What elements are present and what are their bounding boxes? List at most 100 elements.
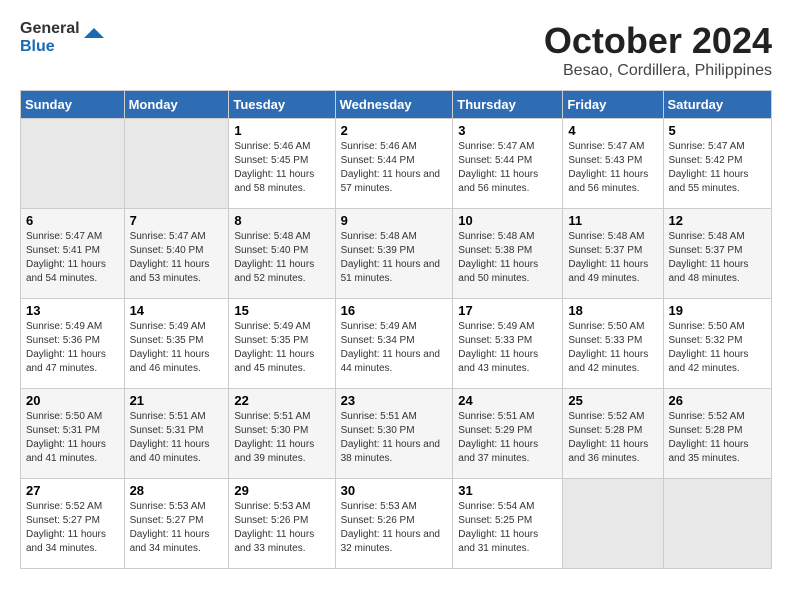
sunrise-text: Sunrise: 5:48 AMSunset: 5:37 PMDaylight:… xyxy=(568,231,648,284)
logo-arrow-icon xyxy=(84,28,104,48)
day-number: 9 xyxy=(341,213,448,228)
sunrise-text: Sunrise: 5:52 AMSunset: 5:28 PMDaylight:… xyxy=(669,411,749,464)
day-number: 25 xyxy=(568,393,657,408)
calendar-cell xyxy=(663,479,772,569)
weekday-header: Friday xyxy=(563,91,663,119)
logo: General Blue xyxy=(20,20,104,55)
weekday-header: Sunday xyxy=(21,91,125,119)
calendar-week-row: 20 Sunrise: 5:50 AMSunset: 5:31 PMDaylig… xyxy=(21,389,772,479)
day-number: 27 xyxy=(26,483,119,498)
calendar-cell: 11 Sunrise: 5:48 AMSunset: 5:37 PMDaylig… xyxy=(563,209,663,299)
sunrise-text: Sunrise: 5:53 AMSunset: 5:26 PMDaylight:… xyxy=(341,501,440,554)
day-number: 3 xyxy=(458,123,557,138)
calendar-cell: 26 Sunrise: 5:52 AMSunset: 5:28 PMDaylig… xyxy=(663,389,772,479)
calendar-cell: 24 Sunrise: 5:51 AMSunset: 5:29 PMDaylig… xyxy=(453,389,563,479)
location-subtitle: Besao, Cordillera, Philippines xyxy=(544,62,772,80)
calendar-cell xyxy=(124,119,229,209)
day-number: 18 xyxy=(568,303,657,318)
day-number: 6 xyxy=(26,213,119,228)
sunrise-text: Sunrise: 5:52 AMSunset: 5:28 PMDaylight:… xyxy=(568,411,648,464)
calendar-cell: 14 Sunrise: 5:49 AMSunset: 5:35 PMDaylig… xyxy=(124,299,229,389)
day-number: 10 xyxy=(458,213,557,228)
day-number: 16 xyxy=(341,303,448,318)
day-number: 14 xyxy=(130,303,224,318)
calendar-cell: 10 Sunrise: 5:48 AMSunset: 5:38 PMDaylig… xyxy=(453,209,563,299)
weekday-header: Tuesday xyxy=(229,91,335,119)
calendar-cell: 27 Sunrise: 5:52 AMSunset: 5:27 PMDaylig… xyxy=(21,479,125,569)
calendar-cell: 12 Sunrise: 5:48 AMSunset: 5:37 PMDaylig… xyxy=(663,209,772,299)
calendar-cell: 17 Sunrise: 5:49 AMSunset: 5:33 PMDaylig… xyxy=(453,299,563,389)
title-area: October 2024 Besao, Cordillera, Philippi… xyxy=(544,20,772,80)
weekday-header-row: SundayMondayTuesdayWednesdayThursdayFrid… xyxy=(21,91,772,119)
calendar-cell: 25 Sunrise: 5:52 AMSunset: 5:28 PMDaylig… xyxy=(563,389,663,479)
calendar-cell: 29 Sunrise: 5:53 AMSunset: 5:26 PMDaylig… xyxy=(229,479,335,569)
sunrise-text: Sunrise: 5:50 AMSunset: 5:33 PMDaylight:… xyxy=(568,321,648,374)
calendar-cell: 7 Sunrise: 5:47 AMSunset: 5:40 PMDayligh… xyxy=(124,209,229,299)
day-number: 2 xyxy=(341,123,448,138)
calendar-table: SundayMondayTuesdayWednesdayThursdayFrid… xyxy=(20,90,772,569)
sunrise-text: Sunrise: 5:47 AMSunset: 5:42 PMDaylight:… xyxy=(669,141,749,194)
sunrise-text: Sunrise: 5:47 AMSunset: 5:43 PMDaylight:… xyxy=(568,141,648,194)
sunrise-text: Sunrise: 5:49 AMSunset: 5:34 PMDaylight:… xyxy=(341,321,440,374)
month-title: October 2024 xyxy=(544,20,772,62)
sunrise-text: Sunrise: 5:49 AMSunset: 5:36 PMDaylight:… xyxy=(26,321,106,374)
sunrise-text: Sunrise: 5:48 AMSunset: 5:39 PMDaylight:… xyxy=(341,231,440,284)
day-number: 1 xyxy=(234,123,329,138)
calendar-cell: 28 Sunrise: 5:53 AMSunset: 5:27 PMDaylig… xyxy=(124,479,229,569)
calendar-cell: 6 Sunrise: 5:47 AMSunset: 5:41 PMDayligh… xyxy=(21,209,125,299)
weekday-header: Wednesday xyxy=(335,91,453,119)
sunrise-text: Sunrise: 5:49 AMSunset: 5:35 PMDaylight:… xyxy=(234,321,314,374)
sunrise-text: Sunrise: 5:53 AMSunset: 5:27 PMDaylight:… xyxy=(130,501,210,554)
weekday-header: Monday xyxy=(124,91,229,119)
calendar-week-row: 13 Sunrise: 5:49 AMSunset: 5:36 PMDaylig… xyxy=(21,299,772,389)
calendar-cell: 3 Sunrise: 5:47 AMSunset: 5:44 PMDayligh… xyxy=(453,119,563,209)
calendar-cell: 15 Sunrise: 5:49 AMSunset: 5:35 PMDaylig… xyxy=(229,299,335,389)
sunrise-text: Sunrise: 5:48 AMSunset: 5:38 PMDaylight:… xyxy=(458,231,538,284)
sunrise-text: Sunrise: 5:52 AMSunset: 5:27 PMDaylight:… xyxy=(26,501,106,554)
calendar-cell: 22 Sunrise: 5:51 AMSunset: 5:30 PMDaylig… xyxy=(229,389,335,479)
day-number: 15 xyxy=(234,303,329,318)
calendar-cell: 4 Sunrise: 5:47 AMSunset: 5:43 PMDayligh… xyxy=(563,119,663,209)
sunrise-text: Sunrise: 5:53 AMSunset: 5:26 PMDaylight:… xyxy=(234,501,314,554)
calendar-cell xyxy=(21,119,125,209)
sunrise-text: Sunrise: 5:50 AMSunset: 5:32 PMDaylight:… xyxy=(669,321,749,374)
calendar-cell: 21 Sunrise: 5:51 AMSunset: 5:31 PMDaylig… xyxy=(124,389,229,479)
calendar-cell: 31 Sunrise: 5:54 AMSunset: 5:25 PMDaylig… xyxy=(453,479,563,569)
logo-line2: Blue xyxy=(20,38,55,55)
day-number: 22 xyxy=(234,393,329,408)
day-number: 7 xyxy=(130,213,224,228)
calendar-cell: 5 Sunrise: 5:47 AMSunset: 5:42 PMDayligh… xyxy=(663,119,772,209)
sunrise-text: Sunrise: 5:54 AMSunset: 5:25 PMDaylight:… xyxy=(458,501,538,554)
calendar-cell: 13 Sunrise: 5:49 AMSunset: 5:36 PMDaylig… xyxy=(21,299,125,389)
weekday-header: Saturday xyxy=(663,91,772,119)
sunrise-text: Sunrise: 5:48 AMSunset: 5:37 PMDaylight:… xyxy=(669,231,749,284)
calendar-cell: 20 Sunrise: 5:50 AMSunset: 5:31 PMDaylig… xyxy=(21,389,125,479)
day-number: 29 xyxy=(234,483,329,498)
sunrise-text: Sunrise: 5:49 AMSunset: 5:35 PMDaylight:… xyxy=(130,321,210,374)
day-number: 24 xyxy=(458,393,557,408)
sunrise-text: Sunrise: 5:47 AMSunset: 5:41 PMDaylight:… xyxy=(26,231,106,284)
day-number: 19 xyxy=(669,303,767,318)
calendar-cell: 19 Sunrise: 5:50 AMSunset: 5:32 PMDaylig… xyxy=(663,299,772,389)
calendar-cell: 30 Sunrise: 5:53 AMSunset: 5:26 PMDaylig… xyxy=(335,479,453,569)
sunrise-text: Sunrise: 5:46 AMSunset: 5:45 PMDaylight:… xyxy=(234,141,314,194)
calendar-cell: 1 Sunrise: 5:46 AMSunset: 5:45 PMDayligh… xyxy=(229,119,335,209)
day-number: 11 xyxy=(568,213,657,228)
day-number: 4 xyxy=(568,123,657,138)
sunrise-text: Sunrise: 5:51 AMSunset: 5:31 PMDaylight:… xyxy=(130,411,210,464)
sunrise-text: Sunrise: 5:49 AMSunset: 5:33 PMDaylight:… xyxy=(458,321,538,374)
calendar-cell: 2 Sunrise: 5:46 AMSunset: 5:44 PMDayligh… xyxy=(335,119,453,209)
calendar-cell: 16 Sunrise: 5:49 AMSunset: 5:34 PMDaylig… xyxy=(335,299,453,389)
calendar-week-row: 27 Sunrise: 5:52 AMSunset: 5:27 PMDaylig… xyxy=(21,479,772,569)
sunrise-text: Sunrise: 5:47 AMSunset: 5:44 PMDaylight:… xyxy=(458,141,538,194)
day-number: 23 xyxy=(341,393,448,408)
sunrise-text: Sunrise: 5:50 AMSunset: 5:31 PMDaylight:… xyxy=(26,411,106,464)
day-number: 12 xyxy=(669,213,767,228)
day-number: 5 xyxy=(669,123,767,138)
calendar-cell: 23 Sunrise: 5:51 AMSunset: 5:30 PMDaylig… xyxy=(335,389,453,479)
weekday-header: Thursday xyxy=(453,91,563,119)
sunrise-text: Sunrise: 5:47 AMSunset: 5:40 PMDaylight:… xyxy=(130,231,210,284)
day-number: 21 xyxy=(130,393,224,408)
calendar-cell: 18 Sunrise: 5:50 AMSunset: 5:33 PMDaylig… xyxy=(563,299,663,389)
calendar-cell: 9 Sunrise: 5:48 AMSunset: 5:39 PMDayligh… xyxy=(335,209,453,299)
